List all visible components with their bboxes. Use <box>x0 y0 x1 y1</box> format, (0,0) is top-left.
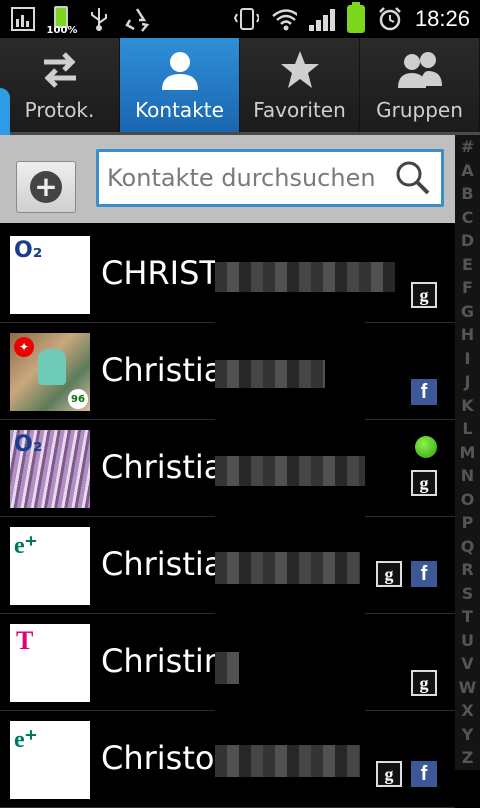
swap-arrows-icon <box>0 48 119 92</box>
contact-photo-person: ✦ 96 <box>10 333 90 411</box>
google-account-icon: g <box>376 561 402 587</box>
alpha-index-letter[interactable]: Y <box>462 723 474 747</box>
status-bar: 100% 18:26 <box>0 0 480 38</box>
google-account-icon: g <box>376 761 402 787</box>
contact-photo-telekom-logo: T <box>10 624 90 702</box>
google-account-icon: g <box>411 670 437 696</box>
alpha-index-letter[interactable]: B <box>461 182 473 206</box>
alpha-index-letter[interactable]: # <box>461 135 474 159</box>
alpha-index-letter[interactable]: R <box>461 558 473 582</box>
alpha-index-letter[interactable]: S <box>462 582 474 606</box>
alarm-icon <box>377 6 403 32</box>
alpha-index-letter[interactable]: N <box>461 464 474 488</box>
google-account-icon: g <box>411 282 437 308</box>
tab-protokoll[interactable]: Protok. <box>0 38 120 132</box>
battery-percent: 100% <box>46 25 78 36</box>
contact-name: Christin <box>101 642 225 680</box>
contact-photo-o2: O₂ <box>10 430 90 508</box>
alphabet-index[interactable]: # A B C D E F G H I J K L M N O P Q R S T U V W X Y Z <box>455 135 480 770</box>
alpha-index-letter[interactable]: C <box>462 206 474 230</box>
alpha-index-letter[interactable]: Z <box>462 746 474 770</box>
tab-label: Favoriten <box>253 98 346 122</box>
tab-gruppen[interactable]: Gruppen <box>360 38 480 132</box>
facebook-account-icon: f <box>411 379 437 405</box>
alpha-index-letter[interactable]: G <box>461 300 474 324</box>
search-icon[interactable] <box>395 160 431 200</box>
alpha-index-letter[interactable]: D <box>461 229 474 253</box>
alpha-index-letter[interactable]: F <box>462 276 473 300</box>
person-icon <box>120 48 239 92</box>
search-field[interactable] <box>96 149 444 207</box>
recycle-icon <box>124 6 150 32</box>
alpha-index-letter[interactable]: O <box>461 488 475 512</box>
redaction-blur <box>215 456 365 486</box>
alpha-index-letter[interactable]: H <box>461 323 474 347</box>
star-icon <box>240 48 359 92</box>
redaction-blur <box>215 360 325 388</box>
tab-bar: Protok. Kontakte Favoriten Gruppen <box>0 38 480 148</box>
vibrate-icon <box>233 6 259 32</box>
alpha-index-letter[interactable]: I <box>465 347 471 371</box>
online-status-icon <box>415 436 437 458</box>
contact-photo-eplus-logo: e⁺ <box>10 721 90 799</box>
alpha-index-letter[interactable]: J <box>465 370 471 394</box>
contact-photo-o2-logo: O₂ <box>10 236 90 314</box>
alpha-index-letter[interactable]: X <box>461 699 473 723</box>
alpha-index-letter[interactable]: U <box>461 629 474 653</box>
tab-kontakte[interactable]: Kontakte <box>120 38 240 132</box>
alpha-index-letter[interactable]: T <box>462 605 473 629</box>
facebook-account-icon: f <box>411 561 437 587</box>
alpha-index-letter[interactable]: A <box>461 159 473 183</box>
alpha-index-letter[interactable]: Q <box>461 535 475 559</box>
tab-label: Kontakte <box>135 98 224 122</box>
search-input[interactable] <box>99 163 389 193</box>
alpha-index-letter[interactable]: P <box>462 511 474 535</box>
contact-photo-eplus-logo: e⁺ <box>10 527 90 605</box>
alpha-index-letter[interactable]: M <box>460 441 476 465</box>
redaction-band <box>215 223 365 800</box>
plus-icon: + <box>30 171 62 203</box>
usb-icon <box>86 6 112 32</box>
alpha-index-letter[interactable]: V <box>461 652 473 676</box>
clock: 18:26 <box>414 6 470 31</box>
redaction-blur <box>215 552 360 584</box>
redaction-blur <box>215 262 395 292</box>
add-contact-button[interactable]: + <box>16 161 76 213</box>
facebook-account-icon: f <box>411 761 437 787</box>
search-bar: + <box>0 135 455 223</box>
battery-small-icon: 100% <box>47 6 77 36</box>
battery-icon <box>346 2 365 33</box>
wifi-icon <box>271 6 297 32</box>
signal-icon <box>308 7 335 31</box>
tab-label: Protok. <box>24 98 95 122</box>
redaction-blur <box>215 652 239 684</box>
chart-icon <box>10 6 36 32</box>
contact-name: CHRISTI <box>101 254 229 292</box>
alpha-index-letter[interactable]: K <box>461 394 473 418</box>
redaction-blur <box>215 745 360 777</box>
alpha-index-letter[interactable]: L <box>462 417 472 441</box>
google-account-icon: g <box>411 470 437 496</box>
alpha-index-letter[interactable]: E <box>462 253 473 277</box>
tab-favoriten[interactable]: Favoriten <box>240 38 360 132</box>
group-icon <box>360 48 479 92</box>
tab-label: Gruppen <box>376 98 463 122</box>
alpha-index-letter[interactable]: W <box>459 676 477 700</box>
